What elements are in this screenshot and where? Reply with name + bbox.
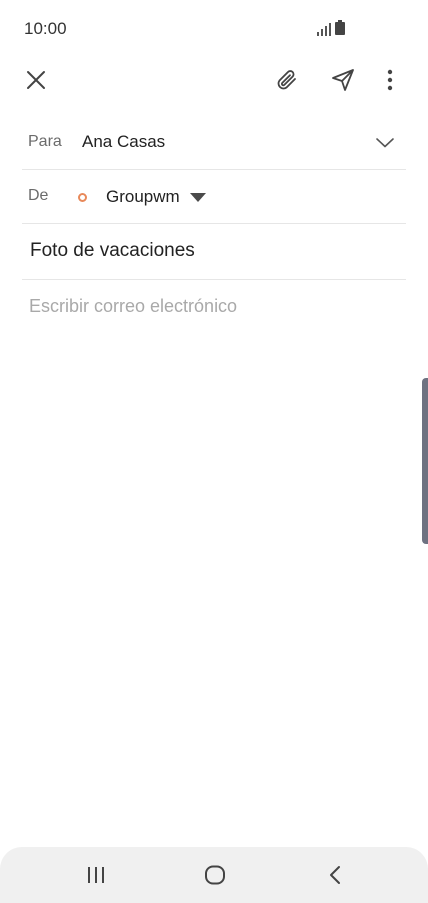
chevron-down-icon — [376, 138, 394, 148]
send-button[interactable] — [321, 56, 365, 104]
account-color-dot — [78, 192, 87, 202]
status-icons — [314, 20, 354, 36]
back-icon — [330, 866, 340, 884]
paperclip-icon — [277, 70, 296, 90]
close-button[interactable] — [14, 56, 58, 104]
back-button[interactable] — [305, 855, 365, 895]
navigation-bar — [0, 847, 428, 903]
expand-recipients-button[interactable] — [372, 130, 398, 156]
home-button[interactable] — [185, 855, 245, 895]
from-row: De Groupwm — [22, 170, 406, 224]
body-input[interactable] — [29, 296, 399, 816]
status-time: 10:00 — [24, 19, 67, 38]
caret-down-icon — [189, 192, 206, 202]
recents-button[interactable] — [66, 855, 126, 895]
status-bar: 10:00 — [0, 0, 428, 56]
from-account-selector[interactable]: Groupwm — [72, 178, 212, 216]
attach-button[interactable] — [265, 56, 309, 104]
subject-row — [22, 224, 406, 280]
home-icon — [205, 865, 225, 885]
more-vertical-icon — [387, 69, 393, 91]
recents-icon — [88, 867, 104, 883]
to-row[interactable]: Para Ana Casas — [22, 116, 406, 170]
send-icon — [332, 69, 354, 91]
more-options-button[interactable] — [368, 56, 412, 104]
from-account-name: Groupwm — [106, 187, 180, 206]
to-label: Para — [28, 133, 62, 150]
to-recipient[interactable]: Ana Casas — [82, 132, 165, 152]
signal-icon — [317, 23, 331, 36]
edge-panel-handle[interactable] — [422, 378, 428, 544]
battery-icon — [335, 20, 345, 35]
from-label: De — [28, 187, 49, 204]
close-icon — [27, 71, 45, 89]
subject-input[interactable] — [30, 240, 400, 262]
compose-toolbar — [0, 56, 428, 104]
